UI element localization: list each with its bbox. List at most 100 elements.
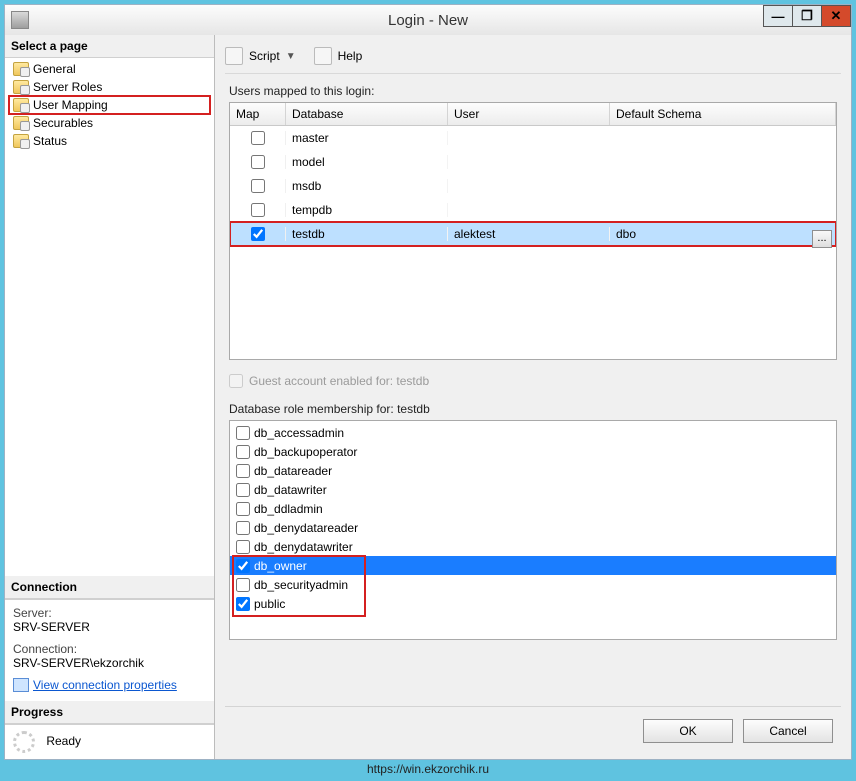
page-icon	[13, 98, 29, 112]
grid-row[interactable]: msdb	[230, 174, 836, 198]
role-name: db_denydatawriter	[254, 540, 353, 554]
maximize-button[interactable]: ❐	[792, 5, 822, 27]
grid-header: Map Database User Default Schema	[230, 103, 836, 126]
cell-database: testdb	[286, 227, 448, 241]
col-header-schema[interactable]: Default Schema	[610, 103, 836, 125]
minimize-button[interactable]: —	[763, 5, 793, 27]
role-name: db_ddladmin	[254, 502, 323, 516]
view-connection-properties-text: View connection properties	[33, 678, 177, 692]
map-checkbox[interactable]	[251, 131, 265, 145]
left-panel: Select a page General Server Roles User Ma…	[5, 35, 215, 759]
nav-item-label: Server Roles	[33, 80, 102, 94]
role-membership-list[interactable]: db_accessadmin db_backupoperator db_datare…	[229, 420, 837, 640]
toolbar: Script ▼ Help	[225, 43, 841, 74]
role-name: db_accessadmin	[254, 426, 344, 440]
login-new-dialog: Login - New — ❐ ✕ Select a page GeneralS…	[4, 4, 852, 760]
script-icon	[225, 47, 243, 65]
page-icon	[13, 116, 29, 130]
role-row[interactable]: db_accessadmin	[230, 423, 836, 442]
nav-item-securables[interactable]: Securables	[9, 114, 210, 132]
script-dropdown-icon[interactable]: ▼	[286, 51, 296, 62]
nav-item-label: User Mapping	[33, 98, 108, 112]
footer-url: https://win.ekzorchik.ru	[4, 762, 852, 776]
page-icon	[13, 62, 29, 76]
ok-button[interactable]: OK	[643, 719, 733, 743]
map-checkbox[interactable]	[251, 227, 265, 241]
cell-user: alektest	[448, 227, 610, 241]
role-checkbox[interactable]	[236, 540, 250, 554]
role-row[interactable]: db_datawriter	[230, 480, 836, 499]
view-connection-properties-link[interactable]: View connection properties	[13, 678, 177, 692]
role-name: db_backupoperator	[254, 445, 357, 459]
guest-account-row: Guest account enabled for: testdb	[229, 374, 837, 388]
nav-item-label: Status	[33, 134, 67, 148]
connection-label: Connection:	[13, 642, 206, 656]
cell-database: master	[286, 131, 448, 145]
nav-item-general[interactable]: General	[9, 60, 210, 78]
role-row[interactable]: db_denydatawriter	[230, 537, 836, 556]
guest-account-checkbox	[229, 374, 243, 388]
page-icon	[13, 80, 29, 94]
cell-schema: dbo...	[610, 227, 836, 241]
grid-row[interactable]: tempdb	[230, 198, 836, 222]
role-checkbox[interactable]	[236, 483, 250, 497]
col-header-database[interactable]: Database	[286, 103, 448, 125]
role-name: public	[254, 597, 285, 611]
help-button[interactable]: Help	[338, 49, 363, 63]
window-title: Login - New	[388, 12, 468, 29]
guest-account-label: Guest account enabled for: testdb	[249, 374, 429, 388]
role-checkbox[interactable]	[236, 445, 250, 459]
connection-icon	[13, 678, 29, 692]
grid-row[interactable]: master	[230, 126, 836, 150]
map-checkbox[interactable]	[251, 179, 265, 193]
role-row[interactable]: db_datareader	[230, 461, 836, 480]
role-row[interactable]: db_denydatareader	[230, 518, 836, 537]
map-checkbox[interactable]	[251, 203, 265, 217]
connection-value: SRV-SERVER\ekzorchik	[13, 656, 206, 670]
users-mapped-label: Users mapped to this login:	[229, 84, 837, 98]
cell-database: msdb	[286, 179, 448, 193]
progress-spinner-icon	[13, 731, 35, 753]
nav-item-label: General	[33, 62, 76, 76]
role-name: db_denydatareader	[254, 521, 358, 535]
col-header-map[interactable]: Map	[230, 103, 286, 125]
progress-status: Ready	[46, 734, 81, 748]
close-button[interactable]: ✕	[821, 5, 851, 27]
role-name: db_datawriter	[254, 483, 327, 497]
connection-info: Server: SRV-SERVER Connection: SRV-SERVE…	[5, 599, 214, 701]
role-checkbox[interactable]	[236, 578, 250, 592]
dialog-buttons: OK Cancel	[225, 706, 841, 751]
right-panel: Script ▼ Help Users mapped to this login…	[215, 35, 851, 759]
role-checkbox[interactable]	[236, 559, 250, 573]
role-row[interactable]: db_backupoperator	[230, 442, 836, 461]
select-page-label: Select a page	[5, 35, 214, 58]
schema-browse-button[interactable]: ...	[812, 230, 832, 248]
role-name: db_datareader	[254, 464, 332, 478]
titlebar: Login - New — ❐ ✕	[5, 5, 851, 35]
role-checkbox[interactable]	[236, 597, 250, 611]
help-icon	[314, 47, 332, 65]
user-map-grid[interactable]: Map Database User Default Schema master m…	[229, 102, 837, 360]
role-row[interactable]: public	[230, 594, 836, 613]
col-header-user[interactable]: User	[448, 103, 610, 125]
role-checkbox[interactable]	[236, 426, 250, 440]
map-checkbox[interactable]	[251, 155, 265, 169]
role-row[interactable]: db_securityadmin	[230, 575, 836, 594]
cancel-button[interactable]: Cancel	[743, 719, 833, 743]
nav-item-status[interactable]: Status	[9, 132, 210, 150]
nav-item-user-mapping[interactable]: User Mapping	[9, 96, 210, 114]
cell-database: tempdb	[286, 203, 448, 217]
role-checkbox[interactable]	[236, 502, 250, 516]
script-button[interactable]: Script	[249, 49, 280, 63]
grid-row[interactable]: model	[230, 150, 836, 174]
grid-row[interactable]: testdbalektestdbo...	[230, 222, 836, 246]
progress-info: Ready	[5, 724, 214, 759]
role-name: db_securityadmin	[254, 578, 348, 592]
role-name: db_owner	[254, 559, 307, 573]
nav-item-server-roles[interactable]: Server Roles	[9, 78, 210, 96]
cell-database: model	[286, 155, 448, 169]
role-row[interactable]: db_ddladmin	[230, 499, 836, 518]
role-checkbox[interactable]	[236, 521, 250, 535]
role-checkbox[interactable]	[236, 464, 250, 478]
role-row[interactable]: db_owner	[230, 556, 836, 575]
